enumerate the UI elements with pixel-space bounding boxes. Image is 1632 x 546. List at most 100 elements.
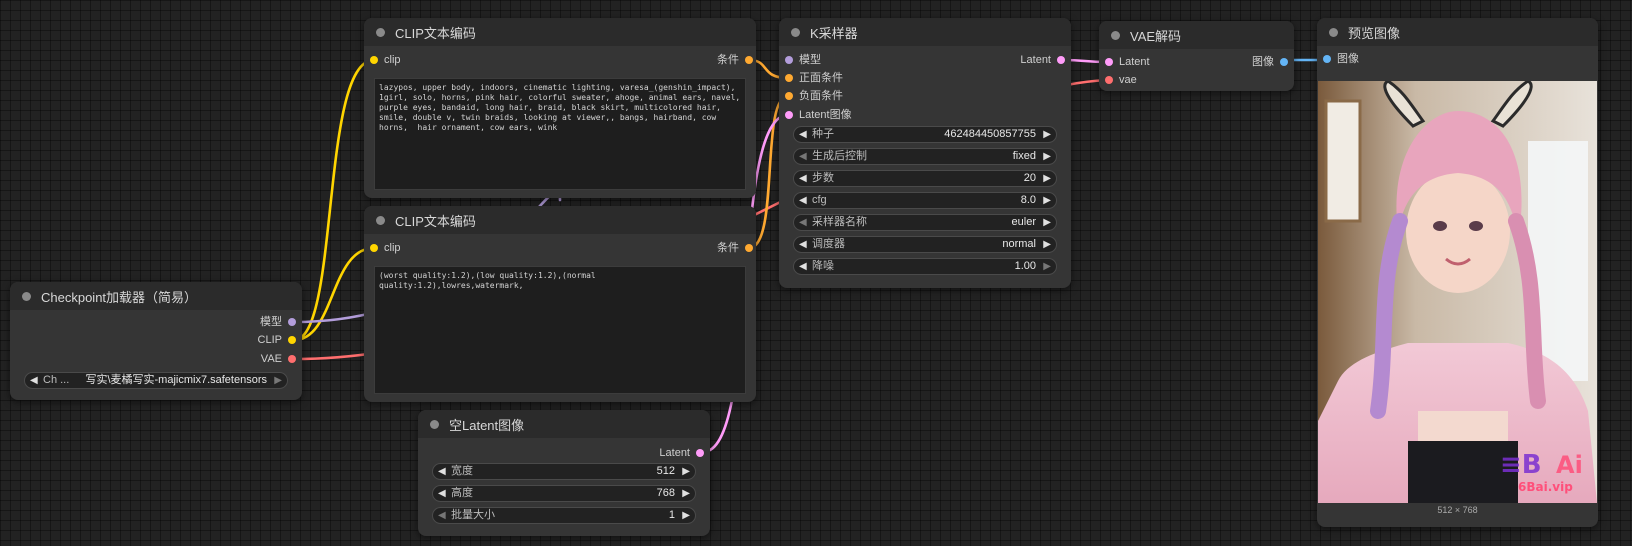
- right-arrow-icon[interactable]: ▶: [274, 373, 282, 388]
- conditioning-pin-icon[interactable]: [745, 244, 753, 252]
- denoise-widget[interactable]: ◀ 降噪 1.00 ▶: [793, 258, 1057, 275]
- right-arrow-icon[interactable]: ▶: [1043, 259, 1051, 274]
- output-clip-slot[interactable]: CLIP: [258, 333, 296, 347]
- left-arrow-icon[interactable]: ◀: [799, 127, 807, 142]
- right-arrow-icon[interactable]: ▶: [682, 486, 690, 501]
- input-vae-slot[interactable]: vae: [1105, 73, 1137, 87]
- link-clip-to-negative: [292, 246, 376, 342]
- input-positive-slot[interactable]: 正面条件: [785, 71, 843, 85]
- right-arrow-icon[interactable]: ▶: [1043, 149, 1051, 164]
- left-arrow-icon[interactable]: ◀: [799, 237, 807, 252]
- left-arrow-icon[interactable]: ◀: [799, 149, 807, 164]
- empty-latent-header[interactable]: 空Latent图像: [418, 410, 710, 438]
- vae-decode-header[interactable]: VAE解码: [1099, 21, 1294, 49]
- output-latent-label: Latent: [1020, 54, 1051, 66]
- node-title: K采样器: [810, 25, 858, 41]
- right-arrow-icon[interactable]: ▶: [1043, 171, 1051, 186]
- right-arrow-icon[interactable]: ▶: [682, 508, 690, 523]
- conditioning-pin-icon[interactable]: [745, 56, 753, 64]
- vae-decode-node[interactable]: VAE解码 Latent vae 图像: [1099, 21, 1294, 91]
- input-image-slot[interactable]: 图像: [1323, 52, 1359, 66]
- clip-pin-icon[interactable]: [370, 244, 378, 252]
- steps-widget[interactable]: ◀ 步数 20 ▶: [793, 170, 1057, 187]
- left-arrow-icon[interactable]: ◀: [438, 508, 446, 523]
- input-positive-label: 正面条件: [799, 72, 843, 84]
- input-latent-slot[interactable]: Latent图像: [785, 108, 852, 122]
- clip-text-encode-positive-node[interactable]: CLIP文本编码 clip 条件 lazypos, upper body, in…: [364, 18, 756, 198]
- control-after-generate-widget[interactable]: ◀ 生成后控制 fixed ▶: [793, 148, 1057, 165]
- collapse-dot-icon[interactable]: [430, 419, 439, 429]
- batch-size-widget[interactable]: ◀ 批量大小 1 ▶: [432, 507, 696, 524]
- right-arrow-icon[interactable]: ▶: [1043, 193, 1051, 208]
- link-clip-to-positive: [292, 58, 376, 342]
- scheduler-widget[interactable]: ◀ 调度器 normal ▶: [793, 236, 1057, 253]
- collapse-dot-icon[interactable]: [791, 27, 800, 37]
- left-arrow-icon[interactable]: ◀: [30, 373, 38, 388]
- right-arrow-icon[interactable]: ▶: [1043, 237, 1051, 252]
- conditioning-pin-icon[interactable]: [785, 92, 793, 100]
- vae-pin-icon[interactable]: [1105, 76, 1113, 84]
- left-arrow-icon[interactable]: ◀: [799, 259, 807, 274]
- image-pin-icon[interactable]: [1280, 58, 1288, 66]
- right-arrow-icon[interactable]: ▶: [682, 464, 690, 479]
- conditioning-pin-icon[interactable]: [785, 74, 793, 82]
- left-arrow-icon[interactable]: ◀: [438, 486, 446, 501]
- clip-text-encode-negative-node[interactable]: CLIP文本编码 clip 条件 (worst quality:1.2),(lo…: [364, 206, 756, 402]
- collapse-dot-icon[interactable]: [1329, 27, 1338, 37]
- input-clip-slot[interactable]: clip: [370, 241, 401, 255]
- model-pin-icon[interactable]: [288, 318, 296, 326]
- ckpt-name-combo[interactable]: ◀ Ch ... 写实\麦橘写实-majicmix7.safetensors ▶: [24, 372, 288, 389]
- positive-prompt-textarea[interactable]: lazypos, upper body, indoors, cinematic …: [374, 78, 746, 190]
- empty-latent-image-node[interactable]: 空Latent图像 Latent ◀ 宽度 512 ▶ ◀ 高度 768 ▶ ◀…: [418, 410, 710, 536]
- left-arrow-icon[interactable]: ◀: [799, 215, 807, 230]
- collapse-dot-icon[interactable]: [22, 291, 31, 301]
- output-model-slot[interactable]: 模型: [260, 315, 296, 329]
- negative-prompt-textarea[interactable]: (worst quality:1.2),(low quality:1.2),(n…: [374, 266, 746, 394]
- output-latent-slot[interactable]: Latent: [1020, 53, 1065, 67]
- preview-image-header[interactable]: 预览图像: [1317, 18, 1598, 46]
- clip-negative-header[interactable]: CLIP文本编码: [364, 206, 756, 234]
- input-clip-slot[interactable]: clip: [370, 53, 401, 67]
- output-latent-slot[interactable]: Latent: [659, 446, 704, 460]
- model-pin-icon[interactable]: [785, 56, 793, 64]
- right-arrow-icon[interactable]: ▶: [1043, 127, 1051, 142]
- left-arrow-icon[interactable]: ◀: [799, 193, 807, 208]
- input-latent-slot[interactable]: Latent: [1105, 55, 1150, 69]
- collapse-dot-icon[interactable]: [1111, 30, 1120, 40]
- cfg-widget[interactable]: ◀ cfg 8.0 ▶: [793, 192, 1057, 209]
- width-widget[interactable]: ◀ 宽度 512 ▶: [432, 463, 696, 480]
- latent-pin-icon[interactable]: [1057, 56, 1065, 64]
- output-image-slot[interactable]: 图像: [1252, 55, 1288, 69]
- latent-pin-icon[interactable]: [696, 449, 704, 457]
- output-latent-label: Latent: [659, 447, 690, 459]
- checkpoint-loader-node[interactable]: Checkpoint加载器（简易） 模型 CLIP VAE ◀ Ch ... 写…: [10, 282, 302, 400]
- output-vae-slot[interactable]: VAE: [261, 352, 296, 366]
- input-negative-slot[interactable]: 负面条件: [785, 89, 843, 103]
- image-pin-icon[interactable]: [1323, 55, 1331, 63]
- right-arrow-icon[interactable]: ▶: [1043, 215, 1051, 230]
- output-conditioning-slot[interactable]: 条件: [717, 53, 753, 67]
- seed-widget[interactable]: ◀ 种子 462484450857755 ▶: [793, 126, 1057, 143]
- height-widget[interactable]: ◀ 高度 768 ▶: [432, 485, 696, 502]
- left-arrow-icon[interactable]: ◀: [799, 171, 807, 186]
- output-conditioning-slot[interactable]: 条件: [717, 241, 753, 255]
- preview-image-node[interactable]: 预览图像 图像 ≡B Ai 6Bai.vip 512 × 768: [1317, 18, 1598, 527]
- widget-value: euler: [1011, 216, 1036, 228]
- generated-image-preview[interactable]: ≡B Ai 6Bai.vip: [1318, 81, 1597, 503]
- latent-pin-icon[interactable]: [785, 111, 793, 119]
- widget-label: 批量大小: [451, 509, 495, 521]
- clip-positive-header[interactable]: CLIP文本编码: [364, 18, 756, 46]
- left-arrow-icon[interactable]: ◀: [438, 464, 446, 479]
- sampler-name-widget[interactable]: ◀ 采样器名称 euler ▶: [793, 214, 1057, 231]
- collapse-dot-icon[interactable]: [376, 215, 385, 225]
- clip-pin-icon[interactable]: [288, 336, 296, 344]
- checkpoint-loader-header[interactable]: Checkpoint加载器（简易）: [10, 282, 302, 310]
- ksampler-header[interactable]: K采样器: [779, 18, 1071, 46]
- input-model-slot[interactable]: 模型: [785, 53, 821, 67]
- collapse-dot-icon[interactable]: [376, 27, 385, 37]
- ksampler-node[interactable]: K采样器 模型 正面条件 负面条件 Latent图像 Latent ◀ 种子 4…: [779, 18, 1071, 288]
- widget-label: 宽度: [451, 465, 473, 477]
- clip-pin-icon[interactable]: [370, 56, 378, 64]
- vae-pin-icon[interactable]: [288, 355, 296, 363]
- latent-pin-icon[interactable]: [1105, 58, 1113, 66]
